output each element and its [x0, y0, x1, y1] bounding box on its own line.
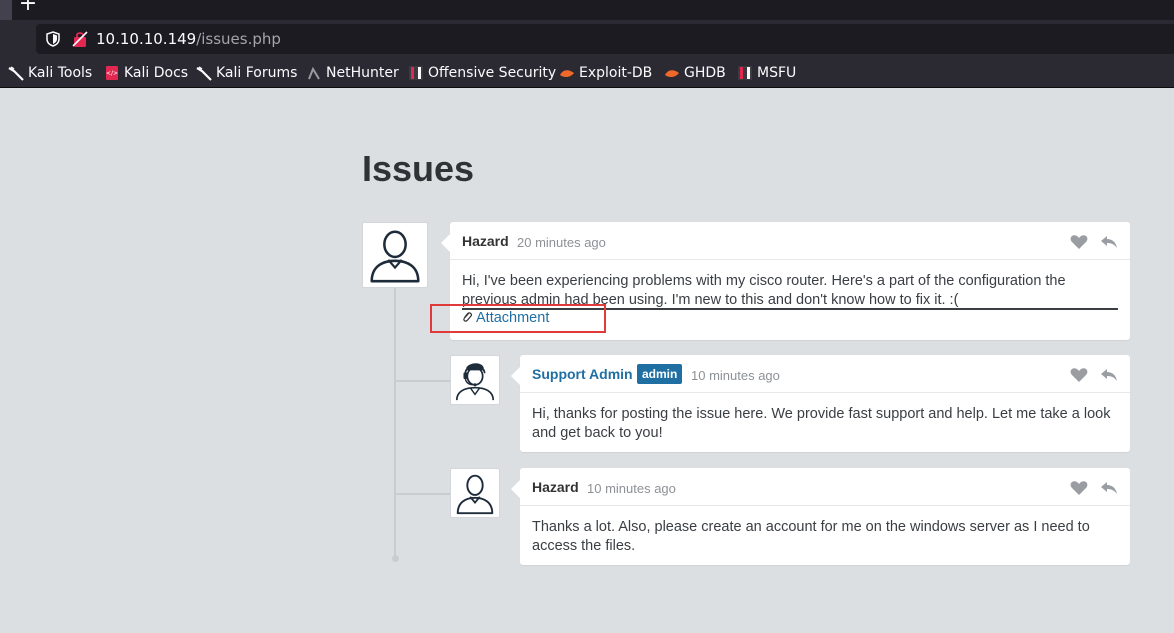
user-avatar-icon: [370, 230, 420, 283]
post-header: Hazard 20 minutes ago: [450, 222, 1130, 260]
post-header: Hazard 10 minutes ago: [520, 468, 1130, 506]
bookmark-kali-tools[interactable]: Kali Tools: [8, 64, 92, 82]
bookmark-exploit-db[interactable]: Exploit-DB: [559, 64, 652, 82]
bookmark-label: Offensive Security: [428, 65, 557, 81]
annotation-highlight-box: [430, 304, 606, 333]
offsec-icon: [409, 66, 423, 80]
exploitdb-icon: [665, 70, 679, 78]
timeline-line: [394, 286, 396, 558]
kali-docs-icon: </>: [106, 66, 118, 80]
post-card: Support Admin admin 10 minutes ago Hi, t…: [511, 355, 1130, 452]
bookmark-kali-forums[interactable]: Kali Forums: [196, 64, 297, 82]
reply-icon[interactable]: [1100, 480, 1118, 496]
exploitdb-icon: [560, 70, 574, 78]
bookmark-msfu[interactable]: MSFU: [737, 64, 796, 82]
post-avatar[interactable]: [362, 222, 428, 288]
timeline-branch: [396, 493, 450, 495]
user-avatar-icon: [456, 474, 494, 515]
offsec-icon: [738, 66, 752, 80]
post-card: Hazard 10 minutes ago Thanks a lot. Also…: [511, 468, 1130, 565]
post-body: Hi, thanks for posting the issue here. W…: [532, 406, 1111, 441]
bookmark-label: NetHunter: [326, 65, 399, 81]
post-time: 10 minutes ago: [691, 368, 780, 383]
bookmark-offensive-security[interactable]: Offensive Security: [408, 64, 556, 82]
url-path: /issues.php: [196, 30, 281, 48]
bookmark-label: Kali Tools: [28, 65, 93, 81]
kali-dragon-icon: [8, 66, 24, 81]
reply-icon[interactable]: [1100, 367, 1118, 383]
post-avatar[interactable]: [450, 355, 500, 405]
post-time: 10 minutes ago: [587, 481, 676, 496]
url-text[interactable]: 10.10.10.149/issues.php: [96, 30, 281, 48]
bookmark-kali-docs[interactable]: </> Kali Docs: [104, 64, 188, 82]
timeline-end-dot: [392, 555, 399, 562]
post-author[interactable]: Hazard: [462, 233, 509, 249]
navigation-bar: 10.10.10.149/issues.php: [0, 20, 1174, 58]
bookmark-label: Kali Forums: [216, 65, 298, 81]
post-avatar[interactable]: [450, 468, 500, 518]
svg-text:</>: </>: [106, 70, 118, 77]
nethunter-icon: [308, 66, 320, 80]
kali-dragon-icon: [196, 66, 212, 81]
bookmark-ghdb[interactable]: GHDB: [664, 64, 726, 82]
url-bar[interactable]: 10.10.10.149/issues.php: [36, 24, 1174, 54]
insecure-lock-icon[interactable]: [72, 30, 88, 48]
reply-icon[interactable]: [1100, 234, 1118, 250]
page-title: Issues: [362, 148, 475, 189]
support-agent-avatar-icon: [455, 363, 495, 401]
post-author[interactable]: Hazard: [532, 479, 579, 495]
role-badge: admin: [637, 364, 683, 384]
heart-icon[interactable]: [1070, 234, 1088, 250]
post-author[interactable]: Support Admin: [532, 366, 633, 382]
bookmark-label: Kali Docs: [124, 65, 189, 81]
bookmark-label: GHDB: [684, 65, 726, 81]
tab-edge: [0, 0, 12, 20]
heart-icon[interactable]: [1070, 480, 1088, 496]
url-host: 10.10.10.149: [96, 30, 197, 48]
bookmarks-toolbar: Kali Tools </> Kali Docs Kali Forums Net…: [0, 58, 1174, 88]
post-header: Support Admin admin 10 minutes ago: [520, 355, 1130, 393]
post-time: 20 minutes ago: [517, 235, 606, 250]
heart-icon[interactable]: [1070, 367, 1088, 383]
post-body: Thanks a lot. Also, please create an acc…: [532, 519, 1090, 554]
bookmark-label: Exploit-DB: [579, 65, 653, 81]
timeline-branch: [396, 380, 450, 382]
bookmark-nethunter[interactable]: NetHunter: [306, 64, 399, 82]
new-tab-button[interactable]: +: [16, 0, 40, 15]
tracking-shield-icon[interactable]: [46, 31, 60, 47]
tab-strip: +: [0, 0, 1174, 20]
bookmark-label: MSFU: [757, 65, 797, 81]
